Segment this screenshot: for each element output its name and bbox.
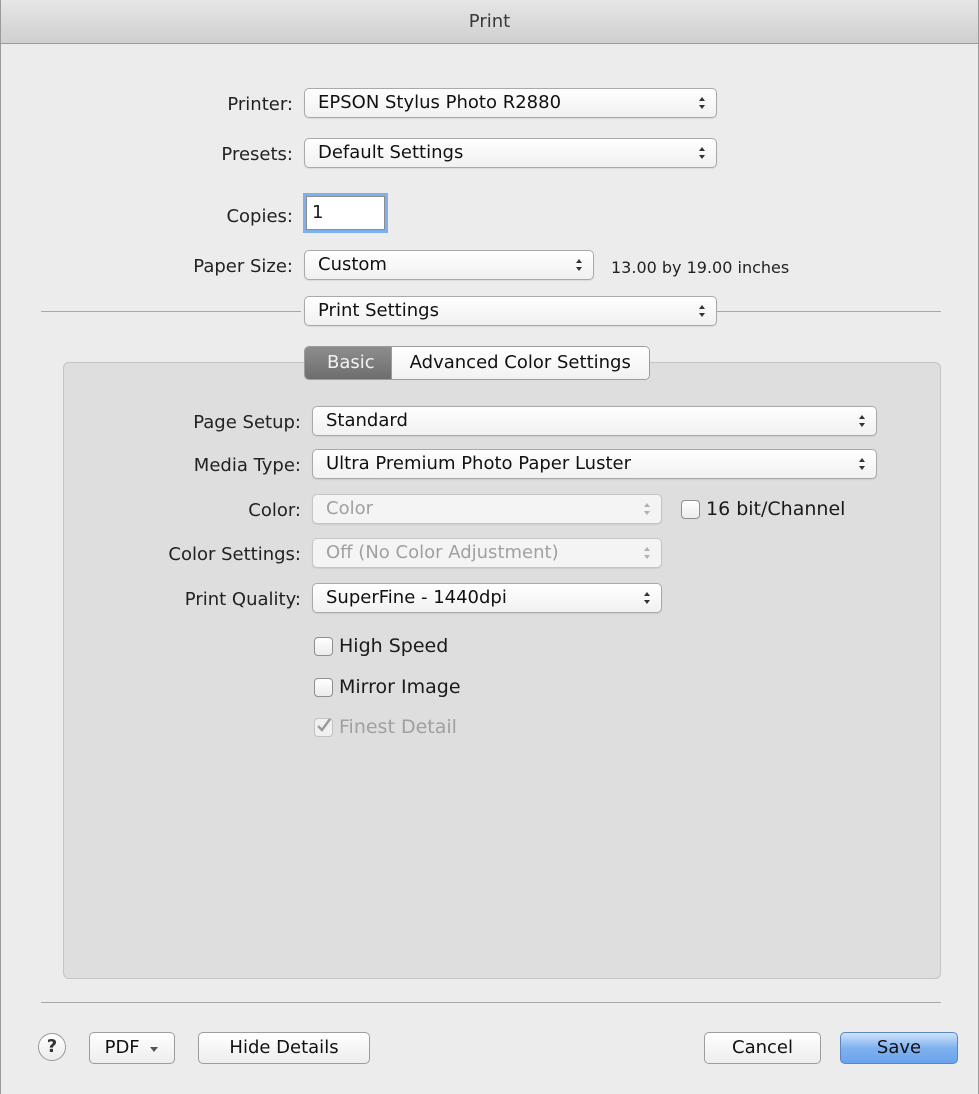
- paper-size-value: Custom: [318, 254, 387, 275]
- page-setup-label: Page Setup:: [193, 412, 301, 433]
- color-label: Color:: [248, 500, 301, 521]
- checkbox-box[interactable]: [681, 499, 700, 519]
- triangle-down-icon: [150, 1047, 159, 1052]
- question-mark-icon: ?: [46, 1036, 58, 1057]
- separator-right: [717, 311, 941, 312]
- presets-label: Presets:: [221, 144, 293, 165]
- updown-arrows-icon: [642, 495, 652, 523]
- print-dialog: Print Printer: EPSON Stylus Photo R2880 …: [0, 0, 979, 1094]
- print-quality-label: Print Quality:: [184, 589, 301, 610]
- cancel-button[interactable]: Cancel: [704, 1032, 821, 1064]
- updown-arrows-icon: [857, 450, 867, 478]
- paper-size-dimensions: 13.00 by 19.00 inches: [611, 258, 790, 277]
- mirror-image-label: Mirror Image: [339, 676, 461, 698]
- checkbox-box[interactable]: [314, 636, 333, 656]
- media-type-value: Ultra Premium Photo Paper Luster: [326, 453, 631, 474]
- tab-control: Basic Advanced Color Settings: [304, 346, 650, 380]
- finest-detail-label: Finest Detail: [339, 716, 457, 738]
- print-quality-value: SuperFine - 1440dpi: [326, 587, 507, 608]
- footer-separator: [41, 1002, 941, 1003]
- tab-basic[interactable]: Basic: [305, 347, 391, 379]
- print-settings-value: Print Settings: [318, 300, 439, 321]
- updown-arrows-icon: [697, 297, 707, 325]
- copies-label: Copies:: [226, 206, 293, 227]
- window-title: Print: [1, 0, 978, 44]
- media-type-popup[interactable]: Ultra Premium Photo Paper Luster: [312, 449, 877, 479]
- print-settings-popup[interactable]: Print Settings: [304, 296, 717, 326]
- printer-label: Printer:: [227, 94, 293, 115]
- color-popup: Color: [312, 494, 662, 524]
- media-type-label: Media Type:: [193, 455, 301, 476]
- bit16-checkbox[interactable]: 16 bit/Channel: [681, 498, 845, 520]
- page-setup-popup[interactable]: Standard: [312, 406, 877, 436]
- copies-field[interactable]: 1: [306, 196, 385, 230]
- help-button[interactable]: ?: [38, 1033, 66, 1061]
- high-speed-label: High Speed: [339, 635, 449, 657]
- save-button[interactable]: Save: [840, 1032, 958, 1064]
- bit16-label: 16 bit/Channel: [706, 498, 846, 520]
- updown-arrows-icon: [642, 584, 652, 612]
- updown-arrows-icon: [697, 89, 707, 117]
- pdf-menu-button[interactable]: PDF: [89, 1032, 175, 1064]
- color-settings-value: Off (No Color Adjustment): [326, 542, 559, 563]
- high-speed-checkbox[interactable]: High Speed: [314, 635, 448, 657]
- presets-popup[interactable]: Default Settings: [304, 138, 717, 168]
- hide-details-button[interactable]: Hide Details: [198, 1032, 370, 1064]
- print-quality-popup[interactable]: SuperFine - 1440dpi: [312, 583, 662, 613]
- mirror-image-checkbox[interactable]: Mirror Image: [314, 676, 461, 698]
- color-value: Color: [326, 498, 373, 519]
- color-settings-label: Color Settings:: [168, 544, 301, 565]
- pdf-label: PDF: [104, 1037, 140, 1058]
- updown-arrows-icon: [697, 139, 707, 167]
- updown-arrows-icon: [857, 407, 867, 435]
- paper-size-popup[interactable]: Custom: [304, 250, 594, 280]
- presets-value: Default Settings: [318, 142, 464, 163]
- printer-value: EPSON Stylus Photo R2880: [318, 92, 562, 113]
- page-setup-value: Standard: [326, 410, 408, 431]
- paper-size-label: Paper Size:: [193, 256, 293, 277]
- checkmark-icon: [317, 717, 331, 732]
- updown-arrows-icon: [642, 539, 652, 567]
- printer-popup[interactable]: EPSON Stylus Photo R2880: [304, 88, 717, 118]
- separator-left: [41, 311, 301, 312]
- tab-advanced-color-settings[interactable]: Advanced Color Settings: [390, 347, 649, 379]
- checkbox-box: [314, 717, 333, 737]
- color-settings-popup: Off (No Color Adjustment): [312, 538, 662, 568]
- checkbox-box[interactable]: [314, 677, 333, 697]
- updown-arrows-icon: [574, 251, 584, 279]
- finest-detail-checkbox: Finest Detail: [314, 716, 457, 738]
